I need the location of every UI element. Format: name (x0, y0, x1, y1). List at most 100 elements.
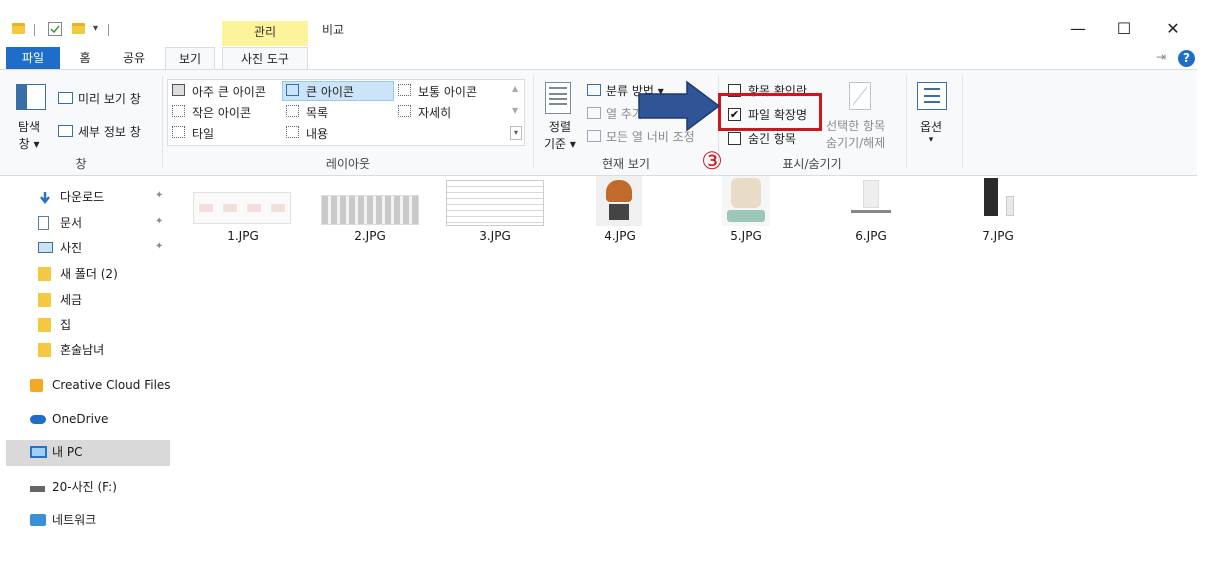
file-name[interactable]: 1.JPG (203, 229, 283, 243)
tab-file[interactable]: 파일 (6, 47, 60, 70)
group-divider (906, 76, 907, 168)
file-name[interactable]: 3.JPG (455, 229, 535, 243)
divider (108, 24, 109, 36)
nav-item-downloads[interactable]: 다운로드 (60, 186, 104, 208)
computer-icon (30, 446, 47, 458)
help-icon[interactable]: ? (1178, 50, 1195, 67)
navigation-pane-label-2: 창 ▾ (18, 137, 40, 151)
new-folder-icon[interactable] (72, 22, 86, 36)
nav-item-drive-f[interactable]: 20-사진 (F:) (52, 476, 117, 498)
close-button[interactable]: ✕ (1153, 14, 1193, 44)
group-by-icon (587, 84, 601, 96)
window-title: 비교 (322, 23, 345, 37)
layout-gallery: 아주 큰 아이콘 큰 아이콘 보통 아이콘 작은 아이콘 목록 자세히 타일 내… (167, 79, 525, 146)
navigation-pane-icon[interactable] (16, 84, 46, 110)
add-columns-icon (587, 107, 601, 119)
pin-icon: ✦ (155, 190, 164, 201)
layout-content[interactable]: 내용 (306, 125, 328, 142)
hidden-items-checkbox[interactable] (728, 132, 741, 145)
nav-item-new-folder-2[interactable]: 새 폴더 (2) (60, 263, 118, 285)
extra-large-icons-icon (172, 84, 185, 96)
tiles-icon (172, 126, 185, 138)
divider (34, 24, 35, 36)
tab-share[interactable]: 공유 (112, 47, 156, 70)
sort-by-label: 정렬 (548, 120, 571, 134)
options-icon (917, 82, 947, 110)
nav-item-tax[interactable]: 세금 (60, 289, 82, 311)
nav-item-onedrive[interactable]: OneDrive (52, 408, 108, 430)
details-pane-icon (58, 125, 73, 137)
nav-item-pictures[interactable]: 사진 (60, 237, 82, 259)
content-icon (286, 126, 299, 138)
nav-item-creative-cloud[interactable]: Creative Cloud Files (52, 374, 171, 396)
download-icon (38, 191, 52, 205)
pin-icon: ✦ (155, 216, 164, 227)
nav-item-network[interactable]: 네트워크 (52, 509, 96, 531)
hide-selected-items-icon (849, 82, 871, 110)
pin-icon: ✦ (155, 241, 164, 252)
gallery-scroll-up-icon[interactable]: ▲ (512, 84, 518, 93)
file-name[interactable]: 2.JPG (330, 229, 410, 243)
sort-by-label-2: 기준 ▾ (544, 137, 576, 151)
layout-large-icons[interactable]: 큰 아이콘 (306, 83, 354, 100)
network-icon (30, 514, 46, 526)
layout-list[interactable]: 목록 (306, 104, 328, 121)
document-icon (38, 216, 49, 230)
gallery-scroll-down-icon[interactable]: ▼ (512, 106, 518, 115)
hide-selected-items-button[interactable]: 선택한 항목 숨기기/해제 (826, 117, 885, 151)
minimize-button[interactable]: — (1058, 14, 1098, 44)
folder-icon (38, 293, 51, 307)
cloud-icon (30, 415, 46, 424)
sort-by-button[interactable]: 정렬 기준 ▾ (544, 118, 576, 152)
options-button[interactable]: 옵션 ▾ (920, 118, 942, 145)
file-thumbnail[interactable] (970, 176, 1026, 226)
hide-selected-label-2: 숨기기/해제 (826, 136, 886, 150)
layout-extra-large-icons[interactable]: 아주 큰 아이콘 (192, 83, 266, 100)
pin-ribbon-icon[interactable]: ⇥ (1156, 50, 1166, 64)
layout-medium-icons[interactable]: 보통 아이콘 (418, 83, 477, 100)
creative-cloud-icon (30, 379, 43, 392)
layout-details[interactable]: 자세히 (418, 104, 451, 121)
gallery-more-icon[interactable]: ▾ (510, 126, 522, 140)
file-name[interactable]: 4.JPG (580, 229, 660, 243)
step-number-badge: ③ (701, 147, 723, 175)
nav-item-honsul[interactable]: 혼술남녀 (60, 339, 104, 361)
folder-icon (12, 22, 26, 36)
tab-home[interactable]: 홈 (70, 47, 100, 70)
file-name[interactable]: 6.JPG (831, 229, 911, 243)
details-pane-button[interactable]: 세부 정보 창 (78, 123, 141, 140)
nav-item-home-folder[interactable]: 집 (60, 314, 71, 336)
file-name[interactable]: 7.JPG (958, 229, 1038, 243)
show-hide-group-label: 표시/숨기기 (782, 157, 842, 171)
customize-toolbar-icon[interactable]: ▾ (93, 22, 107, 36)
hidden-items-label: 숨긴 항목 (748, 132, 796, 146)
list-icon (286, 105, 299, 117)
file-thumbnail[interactable] (596, 176, 642, 226)
tab-picture-tools[interactable]: 사진 도구 (222, 47, 308, 70)
group-divider (962, 76, 963, 168)
large-icons-icon (286, 84, 299, 96)
file-thumbnail[interactable] (321, 195, 419, 225)
layout-tiles[interactable]: 타일 (192, 125, 214, 142)
medium-icons-icon (398, 84, 411, 96)
picture-tools-context-header: 관리 (222, 21, 308, 46)
file-thumbnail[interactable] (193, 192, 291, 224)
nav-item-documents[interactable]: 문서 (60, 212, 82, 234)
layout-small-icons[interactable]: 작은 아이콘 (192, 104, 251, 121)
navigation-pane-label: 탐색 (18, 120, 41, 134)
file-thumbnail[interactable] (446, 180, 544, 226)
nav-item-this-pc[interactable]: 내 PC (52, 441, 82, 463)
size-columns-icon (587, 130, 601, 142)
properties-icon[interactable] (48, 22, 62, 36)
file-thumbnail[interactable] (722, 176, 770, 226)
maximize-button[interactable]: ☐ (1104, 14, 1144, 44)
file-thumbnail[interactable] (838, 176, 904, 226)
options-label: 옵션 (920, 120, 943, 134)
small-icons-icon (172, 105, 185, 117)
preview-pane-button[interactable]: 미리 보기 창 (78, 90, 141, 107)
tab-view[interactable]: 보기 (165, 47, 215, 70)
file-name[interactable]: 5.JPG (706, 229, 786, 243)
navigation-pane-button[interactable]: 탐색 창 ▾ (18, 118, 40, 152)
pointer-arrow-icon (638, 80, 721, 132)
sort-by-icon (545, 82, 571, 114)
